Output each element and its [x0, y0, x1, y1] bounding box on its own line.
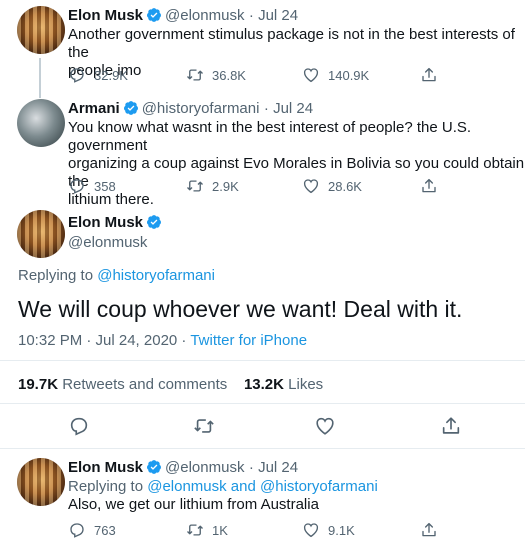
retweet-button[interactable]: 36.8K	[186, 66, 246, 84]
tweet-header: Elon Musk @elonmusk · Jul 24	[68, 7, 298, 25]
tweet-date[interactable]: · Jul 24	[249, 459, 298, 476]
reply-icon	[68, 177, 86, 195]
share-icon[interactable]	[440, 415, 462, 437]
verified-badge-icon	[146, 7, 162, 23]
likes-stat[interactable]: 13.2K Likes	[244, 376, 323, 393]
share-icon	[420, 66, 438, 84]
share-button[interactable]	[420, 177, 446, 195]
verified-badge-icon	[146, 459, 162, 475]
like-count: 28.6K	[328, 178, 362, 194]
retweets-stat[interactable]: 19.7K Retweets and comments	[18, 376, 227, 393]
like-icon	[302, 66, 320, 84]
retweet-button[interactable]: 1K	[186, 521, 228, 539]
like-icon[interactable]	[314, 415, 336, 437]
replying-to: Replying to @elonmusk and @historyofarma…	[68, 478, 378, 495]
reply-button[interactable]: 763	[68, 521, 116, 539]
tweet-elonmusk-reply[interactable]: Elon Musk @elonmusk · Jul 24 Replying to …	[0, 452, 525, 541]
reply-count: 763	[94, 522, 116, 538]
retweet-count: 2.9K	[212, 178, 239, 194]
tweet-historyofarmani[interactable]: Armani @historyofarmani · Jul 24 You know…	[0, 96, 525, 208]
author-handle[interactable]: @elonmusk	[165, 459, 244, 476]
replying-to-prefix: Replying to	[18, 267, 94, 284]
retweets-label: Retweets and comments	[62, 376, 228, 393]
author-name[interactable]: Elon Musk	[68, 214, 143, 231]
reply-icon	[68, 66, 86, 84]
tweet-header: Armani @historyofarmani · Jul 24	[68, 100, 313, 118]
tweet-timestamp[interactable]: 10:32 PM · Jul 24, 2020 ·	[18, 332, 190, 349]
tweet-stats: 19.7K Retweets and comments 13.2K Likes	[18, 376, 323, 393]
reply-count: 32.9K	[94, 67, 128, 83]
tweet-actions: 32.9K 36.8K 140.9K	[68, 66, 458, 86]
tweet-text: Also, we get our lithium from Australia	[68, 496, 319, 513]
author-name[interactable]: Armani	[68, 100, 120, 117]
tweet-header: Elon Musk @elonmusk · Jul 24	[68, 459, 298, 477]
like-button[interactable]: 9.1K	[302, 521, 355, 539]
author-name[interactable]: Elon Musk	[68, 7, 143, 24]
divider	[0, 360, 525, 361]
share-icon	[420, 521, 438, 539]
like-icon	[302, 521, 320, 539]
tweet-text-line: Another government stimulus package is n…	[68, 26, 515, 61]
tweet-actions: 763 1K 9.1K	[68, 521, 458, 541]
retweet-icon[interactable]	[193, 415, 215, 437]
verified-badge-icon	[146, 214, 162, 230]
retweet-icon	[186, 66, 204, 84]
replying-to: Replying to @historyofarmani	[18, 267, 215, 284]
retweet-count: 1K	[212, 522, 228, 538]
reply-button[interactable]: 358	[68, 177, 116, 195]
likes-count: 13.2K	[243, 376, 284, 393]
retweet-icon	[186, 177, 204, 195]
retweet-button[interactable]: 2.9K	[186, 177, 239, 195]
share-button[interactable]	[420, 521, 446, 539]
author-name-row: Elon Musk	[68, 214, 165, 232]
reply-icon[interactable]	[68, 415, 90, 437]
divider	[0, 403, 525, 404]
replying-to-prefix: Replying to	[68, 478, 144, 495]
tweet-actions: 358 2.9K 28.6K	[68, 177, 458, 197]
verified-badge-icon	[123, 100, 139, 116]
retweet-icon	[186, 521, 204, 539]
like-button[interactable]: 140.9K	[302, 66, 369, 84]
tweet-elonmusk-stimulus[interactable]: Elon Musk @elonmusk · Jul 24 Another gove…	[0, 0, 525, 98]
likes-label: Likes	[288, 376, 324, 393]
like-icon	[302, 177, 320, 195]
like-count: 140.9K	[328, 67, 370, 83]
author-handle[interactable]: @elonmusk	[68, 234, 147, 251]
author-handle[interactable]: @historyofarmani	[142, 100, 260, 117]
like-button[interactable]: 28.6K	[302, 177, 362, 195]
tweet-text-line: You know what wasnt in the best interest…	[68, 119, 472, 154]
like-count: 9.1K	[328, 522, 355, 538]
avatar[interactable]	[17, 210, 65, 258]
replying-to-link[interactable]: @historyofarmani	[97, 267, 215, 284]
share-icon	[420, 177, 438, 195]
reply-button[interactable]: 32.9K	[68, 66, 128, 84]
author-handle[interactable]: @elonmusk	[165, 7, 244, 24]
tweet-metadata: 10:32 PM · Jul 24, 2020 · Twitter for iP…	[18, 332, 307, 349]
share-button[interactable]	[420, 66, 446, 84]
main-tweet-text: We will coup whoever we want! Deal with …	[18, 296, 463, 322]
tweet-source-link[interactable]: Twitter for iPhone	[190, 332, 307, 349]
avatar[interactable]	[17, 458, 65, 506]
avatar[interactable]	[17, 6, 65, 54]
tweet-date[interactable]: · Jul 24	[249, 7, 298, 24]
main-tweet: Elon Musk @elonmusk Replying to @history…	[0, 205, 525, 445]
avatar[interactable]	[17, 99, 65, 147]
divider	[0, 448, 525, 449]
reply-icon	[68, 521, 86, 539]
retweet-count: 36.8K	[212, 67, 246, 83]
reply-count: 358	[94, 178, 116, 194]
tweet-date[interactable]: · Jul 24	[264, 100, 313, 117]
replying-to-link[interactable]: @elonmusk and @historyofarmani	[147, 478, 378, 495]
author-name[interactable]: Elon Musk	[68, 459, 143, 476]
retweets-count: 19.7K	[18, 376, 59, 393]
thread-line	[39, 58, 41, 98]
